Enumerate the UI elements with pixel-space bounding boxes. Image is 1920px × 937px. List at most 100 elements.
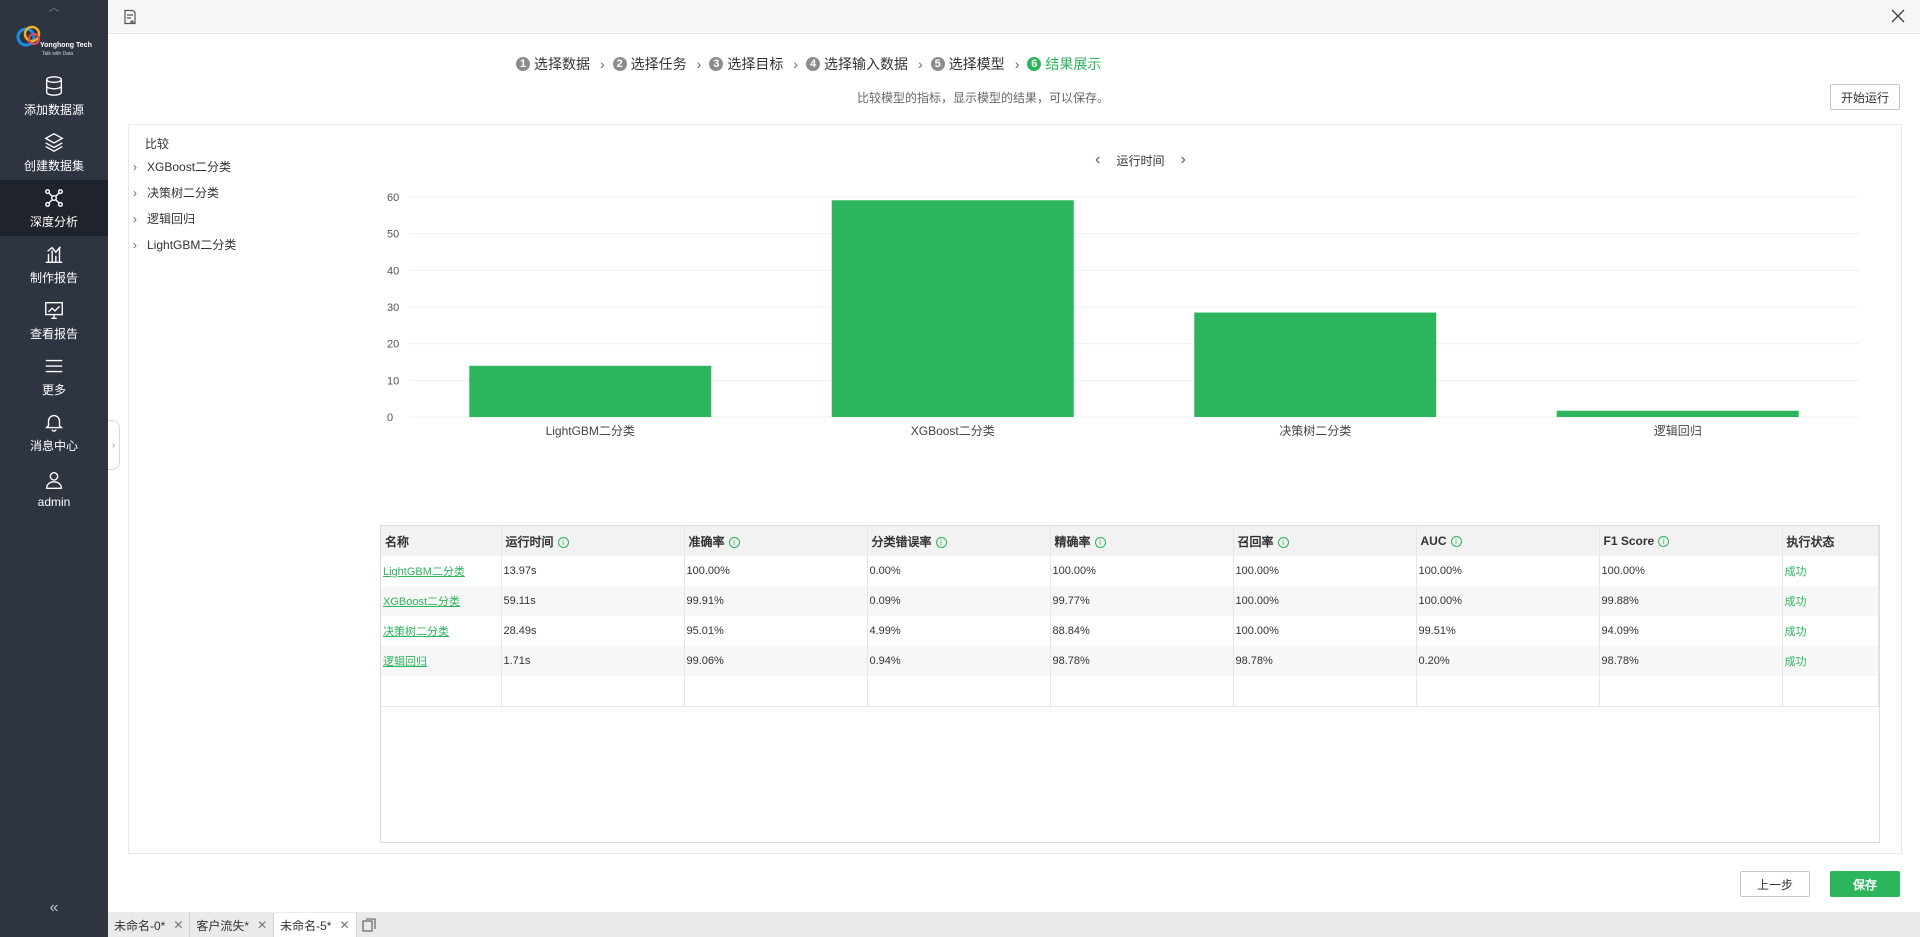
table-cell: 94.09% — [1599, 616, 1783, 646]
chevron-right-icon: › — [600, 56, 605, 72]
bar[interactable] — [1556, 410, 1799, 417]
table-row: LightGBM二分类 13.97s 100.00% 0.00% 100.00%… — [381, 556, 1879, 586]
table-cell: 59.11s — [501, 586, 685, 616]
table-cell: 100.00% — [1416, 556, 1600, 586]
close-icon[interactable]: ✕ — [173, 918, 183, 932]
step-select-input[interactable]: 4 选择输入数据 › — [806, 54, 923, 74]
bar[interactable] — [469, 365, 712, 417]
tree-item-xgboost[interactable]: › XGBoost二分类 — [133, 158, 231, 175]
step-select-target[interactable]: 3 选择目标 › — [709, 54, 798, 74]
chevron-up-icon[interactable]: ︿ — [0, 0, 108, 14]
step-label: 选择任务 — [630, 56, 687, 72]
info-icon[interactable]: i — [1658, 536, 1670, 548]
step-label: 选择模型 — [948, 56, 1005, 72]
chevron-right-icon[interactable]: › — [1181, 151, 1186, 169]
sidebar-item-label: 查看报告 — [29, 327, 78, 341]
step-select-model[interactable]: 5 选择模型 › — [930, 54, 1019, 74]
tree-item-logistic[interactable]: › 逻辑回归 — [133, 210, 195, 227]
table-row-empty — [381, 676, 1879, 707]
sidebar-item-label: 消息中心 — [29, 439, 78, 453]
tree-item-lightgbm[interactable]: › LightGBM二分类 — [133, 236, 236, 253]
close-icon[interactable]: ✕ — [339, 918, 349, 932]
model-link[interactable]: 决策树二分类 — [383, 626, 449, 638]
info-icon[interactable]: i — [1450, 536, 1462, 548]
table-cell: 13.97s — [501, 556, 685, 586]
column-header[interactable]: 分类错误率 i — [867, 526, 1051, 556]
chevron-right-icon[interactable]: › — [133, 212, 145, 226]
table-row: XGBoost二分类 59.11s 99.91% 0.09% 99.77% 10… — [381, 586, 1879, 616]
y-tick-label: 50 — [387, 229, 399, 241]
column-header[interactable]: 精确率 i — [1050, 526, 1234, 556]
tab-label: 客户流失* — [196, 918, 250, 933]
table-cell: 0.00% — [867, 556, 1051, 586]
step-select-data[interactable]: 1 选择数据 › — [516, 54, 605, 74]
column-header[interactable]: 名称 — [381, 526, 502, 556]
chevron-right-icon[interactable]: › — [133, 186, 145, 200]
step-number: 3 — [709, 57, 724, 71]
column-header[interactable]: F1 Score i — [1599, 526, 1783, 556]
step-select-task[interactable]: 2 选择任务 › — [612, 54, 701, 74]
table-cell: 99.06% — [684, 646, 868, 676]
model-link[interactable]: 逻辑回归 — [383, 656, 427, 668]
collapse-sidebar-icon[interactable]: « — [0, 896, 108, 920]
step-show-results[interactable]: 6 结果展示 — [1027, 54, 1101, 74]
x-tick-label: 决策树二分类 — [1279, 423, 1351, 438]
tree-item-label: LightGBM二分类 — [147, 238, 237, 252]
tab-label: 未命名-0* — [114, 918, 166, 933]
close-icon[interactable] — [1890, 8, 1906, 24]
step-label: 结果展示 — [1045, 56, 1102, 72]
column-header[interactable]: 召回率 i — [1233, 526, 1417, 556]
column-header[interactable]: AUC i — [1416, 526, 1600, 556]
bar[interactable] — [831, 200, 1074, 417]
document-icon[interactable] — [122, 9, 138, 25]
chevron-right-icon[interactable]: › — [133, 160, 145, 174]
table-cell: 100.00% — [1416, 586, 1600, 616]
column-header[interactable]: 运行时间 i — [501, 526, 685, 556]
column-header[interactable]: 准确率 i — [684, 526, 868, 556]
start-run-button[interactable]: 开始运行 — [1830, 84, 1900, 110]
sidebar-item-messages[interactable]: 消息中心 — [0, 404, 108, 460]
y-tick-label: 30 — [387, 302, 399, 314]
close-icon[interactable]: ✕ — [257, 918, 267, 932]
previous-step-button[interactable]: 上一步 — [1740, 871, 1810, 897]
info-icon[interactable]: i — [1094, 536, 1106, 548]
document-tab-active[interactable]: 未命名-5* ✕ — [274, 913, 357, 937]
info-icon[interactable]: i — [728, 536, 740, 548]
panel-toggle-handle[interactable]: › — [108, 420, 120, 470]
info-icon[interactable]: i — [557, 536, 569, 548]
sidebar-item-user[interactable]: admin — [0, 460, 108, 516]
info-icon[interactable]: i — [935, 536, 947, 548]
column-header[interactable]: 执行状态 — [1782, 526, 1879, 556]
document-tab[interactable]: 未命名-0* ✕ — [108, 913, 191, 937]
x-tick-label: 逻辑回归 — [1654, 424, 1702, 438]
document-tab[interactable]: 客户流失* ✕ — [190, 913, 275, 937]
tab-label: 未命名-5* — [280, 918, 332, 933]
sidebar-item-create-dataset[interactable]: 创建数据集 — [0, 124, 108, 180]
chevron-left-icon[interactable]: ‹ — [1095, 151, 1100, 169]
top-bar — [108, 0, 1920, 34]
sidebar-item-view-report[interactable]: 查看报告 — [0, 292, 108, 348]
tree-item-decision-tree[interactable]: › 决策树二分类 — [133, 184, 219, 201]
y-tick-label: 10 — [387, 375, 399, 387]
sidebar-item-deep-analysis[interactable]: 深度分析 — [0, 180, 108, 236]
chevron-right-icon[interactable]: › — [133, 238, 145, 252]
sidebar-item-more[interactable]: 更多 — [0, 348, 108, 404]
new-tab-icon[interactable] — [357, 913, 381, 937]
sidebar-item-label: 创建数据集 — [23, 159, 84, 173]
tree-root[interactable]: 比较 — [145, 135, 169, 152]
model-link[interactable]: XGBoost二分类 — [383, 596, 460, 608]
bar[interactable] — [1194, 312, 1437, 417]
info-icon[interactable]: i — [1277, 536, 1289, 548]
save-button[interactable]: 保存 — [1830, 871, 1900, 897]
y-tick-label: 0 — [387, 412, 393, 424]
sidebar-item-make-report[interactable]: 制作报告 — [0, 236, 108, 292]
table-cell: 100.00% — [1233, 556, 1417, 586]
table-cell: 98.78% — [1050, 646, 1234, 676]
compare-tree-panel: 比较 › XGBoost二分类 › 决策树二分类 › 逻辑回归 › LightGBM二分… — [128, 124, 360, 854]
status-text: 成功 — [1782, 646, 1879, 676]
menu-icon — [42, 354, 66, 378]
document-tab-bar: 未命名-0* ✕ 客户流失* ✕ 未命名-5* ✕ — [108, 912, 1920, 937]
sidebar-item-label: 制作报告 — [29, 271, 78, 285]
step-number: 5 — [930, 57, 945, 71]
model-link[interactable]: LightGBM二分类 — [383, 566, 465, 578]
